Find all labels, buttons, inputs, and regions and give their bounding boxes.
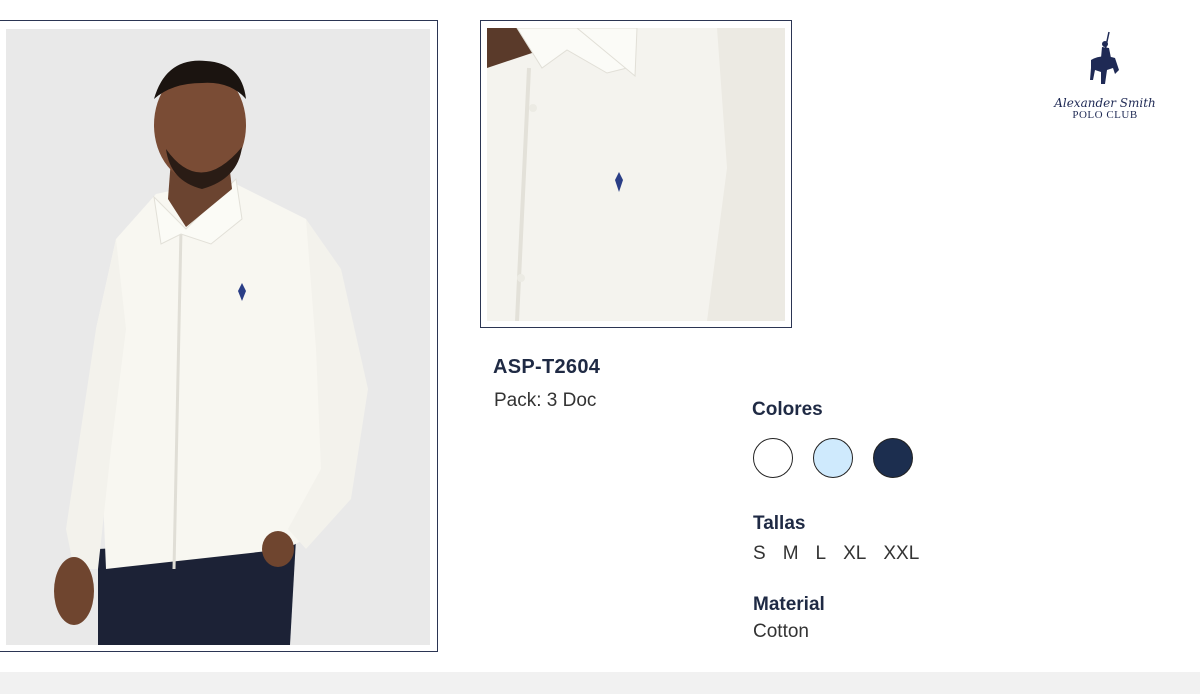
size-option[interactable]: S: [753, 543, 766, 565]
collar-detail-illustration: [487, 28, 785, 321]
logo-script-text: Alexander Smith: [1054, 96, 1156, 110]
product-sku: ASP-T2604: [493, 356, 601, 378]
main-photo-frame: [0, 20, 438, 652]
polo-player-icon: [1090, 31, 1119, 84]
detail-product-photo: [487, 28, 785, 321]
brand-logo: Alexander Smith POLO CLUB: [1046, 30, 1164, 122]
color-swatches: [753, 438, 913, 478]
color-swatch-white[interactable]: [753, 438, 793, 478]
product-pack: Pack: 3 Doc: [494, 390, 597, 411]
detail-photo-frame: [480, 20, 792, 328]
size-list: S M L XL XXL: [753, 543, 919, 565]
model-shirt-illustration: [6, 29, 430, 645]
material-value: Cotton: [753, 621, 809, 642]
material-title: Material: [753, 594, 825, 615]
colors-title: Colores: [752, 399, 823, 420]
color-swatch-navy[interactable]: [873, 438, 913, 478]
size-option[interactable]: XL: [843, 543, 866, 565]
color-swatch-light-blue[interactable]: [813, 438, 853, 478]
catalog-page: ASP-T2604 Pack: 3 Doc Colores Tallas S M…: [0, 0, 1200, 672]
size-option[interactable]: XXL: [883, 543, 919, 565]
bottom-strip: [0, 672, 1200, 694]
sizes-title: Tallas: [753, 513, 806, 534]
size-option[interactable]: M: [783, 543, 799, 565]
logo-sub-text: POLO CLUB: [1072, 109, 1138, 121]
size-option[interactable]: L: [816, 543, 827, 565]
main-product-photo: [6, 29, 430, 645]
